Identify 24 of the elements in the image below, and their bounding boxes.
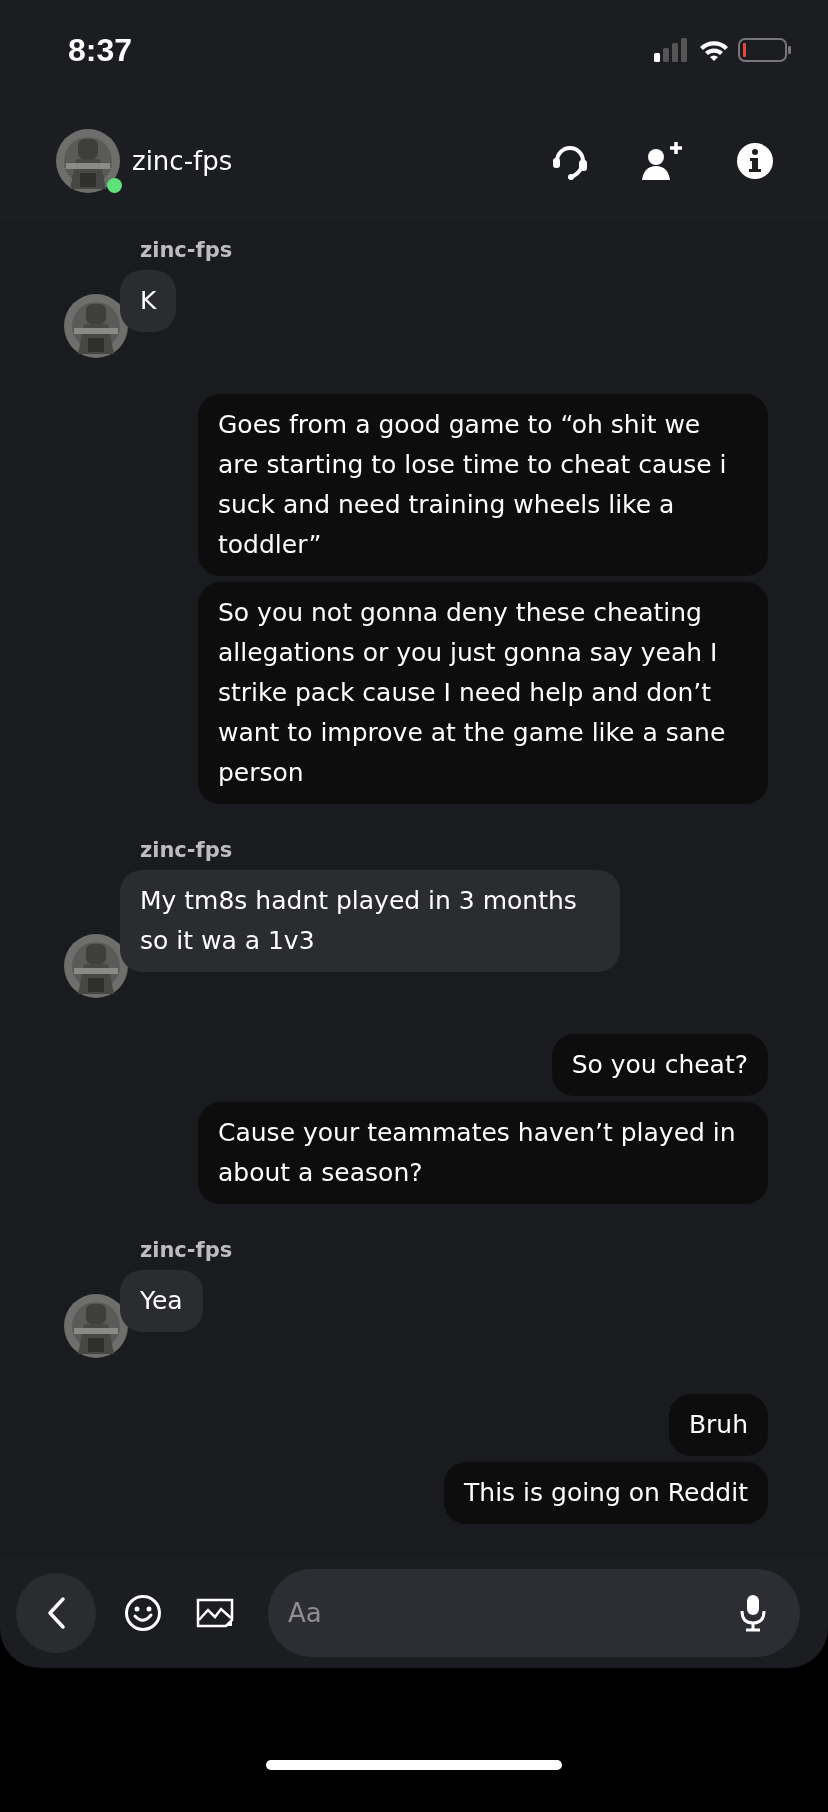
message-bubble: This is going on Reddit: [444, 1462, 768, 1524]
back-icon[interactable]: [45, 1595, 67, 1630]
message-bubble: My tm8s hadnt played in 3 months so it wa a 1v3: [120, 870, 620, 972]
message-bubble: Goes from a good game to “oh shit we are starting to lose time to cheat cause i suck and need training wheels like a toddler”: [198, 394, 768, 576]
contact-name: zinc-fps: [132, 146, 234, 176]
message-bubble: Yea: [120, 1270, 203, 1332]
image-icon[interactable]: [196, 1597, 234, 1628]
sender-name: zinc-fps: [140, 1238, 234, 1262]
message-bubble: Cause your teammates haven’t played in about a season?: [198, 1102, 768, 1204]
emoji-icon[interactable]: [124, 1593, 162, 1632]
status-time: 8:37: [68, 31, 133, 69]
message-bubble: So you cheat?: [551, 1034, 768, 1096]
message-input[interactable]: Aa: [268, 1568, 800, 1657]
signal-icon: [654, 37, 690, 63]
info-icon[interactable]: [736, 142, 774, 180]
battery-icon: [738, 37, 792, 63]
wifi-icon: [698, 38, 730, 62]
microphone-icon[interactable]: [740, 1593, 766, 1632]
sender-name: zinc-fps: [140, 838, 234, 862]
sender-name: zinc-fps: [140, 238, 234, 262]
add-friend-icon[interactable]: [640, 140, 684, 182]
message-bubble: Bruh: [668, 1394, 768, 1456]
message-bubble: So you not gonna deny these cheating allegations or you just gonna say yeah I strike pack cause I need help and don’t want to improve at the game like a sane person: [198, 582, 768, 804]
message-bubble: K: [120, 270, 177, 332]
